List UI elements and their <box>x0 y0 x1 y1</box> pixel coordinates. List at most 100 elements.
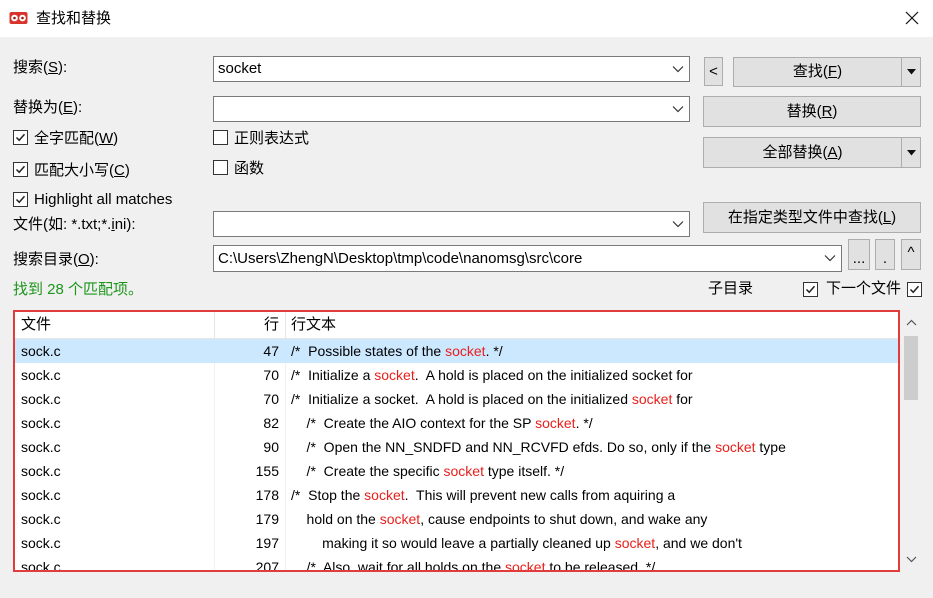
subdirectories-checkbox[interactable] <box>803 279 818 299</box>
chevron-down-icon[interactable] <box>824 254 836 262</box>
search-input[interactable]: socket <box>218 57 665 81</box>
result-row[interactable]: sock.c 47 /* Possible states of the socket… <box>15 339 898 363</box>
result-file: sock.c <box>21 487 61 503</box>
result-match: socket <box>715 439 756 455</box>
result-row[interactable]: sock.c 90 /* Open the NN_SNDFD and NN_RCV… <box>15 435 898 459</box>
close-icon <box>905 11 919 25</box>
result-text-after: . */ <box>485 343 503 359</box>
result-text-before: making it so would leave a partially cle… <box>291 535 615 551</box>
column-header-line[interactable]: 行 <box>214 312 279 338</box>
find-in-files-button[interactable]: 在指定类型文件中查找(L) <box>703 202 921 233</box>
find-button[interactable]: 查找(F) <box>734 58 901 86</box>
results-list[interactable]: 文件 行 行文本 sock.c 47 /* Possible states of t… <box>13 310 900 572</box>
function-checkbox[interactable]: 函数 <box>213 157 264 177</box>
replace-label: 替换为(E): <box>13 97 82 119</box>
result-line-text: /* Also, wait for all holds on the socke… <box>291 555 896 572</box>
replace-all-split-button[interactable]: 全部替换(A) <box>703 137 921 168</box>
result-row[interactable]: sock.c 178 /* Stop the socket. This will p… <box>15 483 898 507</box>
function-label: 函数 <box>234 159 265 177</box>
results-rows: sock.c 47 /* Possible states of the socket… <box>15 339 898 572</box>
replace-all-options-dropdown[interactable] <box>902 138 920 167</box>
browse-directory-button[interactable]: ... <box>848 239 870 270</box>
whole-word-checkbox[interactable]: 全字匹配(W) <box>13 127 118 147</box>
result-line-number: 70 <box>263 391 279 407</box>
checkmark-icon <box>15 133 26 141</box>
result-line-text: /* Create the specific socket type itsel… <box>291 459 896 483</box>
whole-word-checkbox-box[interactable] <box>13 129 28 145</box>
whole-word-label: 全字匹配(W) <box>34 127 118 148</box>
regex-label: 正则表达式 <box>234 129 310 147</box>
column-header-file[interactable]: 文件 <box>21 312 51 338</box>
directory-input[interactable]: C:\Users\ZhengN\Desktop\tmp\code\nanomsg… <box>218 246 817 271</box>
parent-directory-button[interactable]: ^ <box>901 239 921 270</box>
replace-combo[interactable] <box>213 96 690 122</box>
result-text-after: . This will prevent new calls from aquir… <box>404 487 676 503</box>
column-header-line-text[interactable]: 行文本 <box>291 312 336 338</box>
next-file-checkbox[interactable] <box>907 279 922 299</box>
chevron-down-icon[interactable] <box>672 105 684 113</box>
result-row[interactable]: sock.c 155 /* Create the specific socket … <box>15 459 898 483</box>
highlight-all-checkbox-box[interactable] <box>13 191 28 207</box>
function-checkbox-box[interactable] <box>213 159 228 175</box>
result-line-number: 82 <box>263 415 279 431</box>
scroll-thumb[interactable] <box>904 336 918 400</box>
close-button[interactable] <box>897 4 927 32</box>
replace-all-button-mnemonic: A <box>827 144 838 161</box>
result-row[interactable]: sock.c 179 hold on the socket, cause endp… <box>15 507 898 531</box>
replace-button[interactable]: 替换(R) <box>703 96 921 127</box>
result-text-after: to be released. */ <box>545 559 656 572</box>
directory-combo[interactable]: C:\Users\ZhengN\Desktop\tmp\code\nanomsg… <box>213 245 842 272</box>
result-row[interactable]: sock.c 207 /* Also, wait for all holds on… <box>15 555 898 572</box>
replace-all-button[interactable]: 全部替换(A) <box>704 138 901 167</box>
replace-all-button-suffix: ) <box>837 144 843 161</box>
result-file: sock.c <box>21 367 61 383</box>
result-row[interactable]: sock.c 70 /* Initialize a socket. A hold i… <box>15 387 898 411</box>
file-types-label-text: 文件(如: *.txt;*. <box>13 216 112 233</box>
result-row[interactable]: sock.c 197 making it so would leave a par… <box>15 531 898 555</box>
column-divider[interactable] <box>285 312 286 338</box>
replace-label-suffix: ): <box>73 99 83 116</box>
scroll-down-button[interactable] <box>900 548 922 571</box>
current-directory-button[interactable]: . <box>875 239 895 270</box>
result-text-after: type itself. */ <box>483 463 565 479</box>
result-text-before: /* Stop the <box>291 487 365 503</box>
subdirectories-label: 子目录 <box>708 280 754 297</box>
find-options-dropdown[interactable] <box>902 58 920 86</box>
regex-checkbox-box[interactable] <box>213 129 228 145</box>
find-in-files-button-text: 在指定类型文件中查找( <box>727 209 883 226</box>
result-row[interactable]: sock.c 70 /* Initialize a socket. A hold i… <box>15 363 898 387</box>
collapse-button[interactable]: < <box>704 57 723 86</box>
result-row[interactable]: sock.c 82 /* Create the AIO context for t… <box>15 411 898 435</box>
result-line-text: /* Initialize a socket. A hold is placed… <box>291 363 896 387</box>
chevron-up-icon <box>906 319 916 326</box>
results-scrollbar[interactable] <box>900 311 922 571</box>
checkmark-icon <box>15 165 26 173</box>
result-text-before: /* Possible states of the <box>291 343 446 359</box>
next-file-label: 下一个文件 <box>826 280 902 297</box>
file-types-combo[interactable] <box>213 211 690 237</box>
chevron-down-icon[interactable] <box>672 220 684 228</box>
next-file-checkbox-box[interactable] <box>907 281 922 297</box>
replace-button-text: 替换( <box>786 103 822 120</box>
result-file: sock.c <box>21 559 61 572</box>
find-split-button[interactable]: 查找(F) <box>733 57 921 87</box>
subdirectories-checkbox-box[interactable] <box>803 281 818 297</box>
result-file: sock.c <box>21 535 61 551</box>
scroll-up-button[interactable] <box>900 311 922 334</box>
result-match: socket <box>614 535 656 551</box>
regex-checkbox[interactable]: 正则表达式 <box>213 127 309 147</box>
search-combo[interactable]: socket <box>213 56 690 82</box>
search-label-suffix: ): <box>58 59 68 76</box>
find-in-files-button-mnemonic: L <box>882 209 892 226</box>
result-line-text: /* Create the AIO context for the SP soc… <box>291 411 896 435</box>
match-case-checkbox[interactable]: 匹配大小写(C) <box>13 159 130 179</box>
result-text-before: /* Open the NN_SNDFD and NN_RCVFD efds. … <box>291 439 716 455</box>
match-case-label-suffix: ) <box>124 161 130 179</box>
highlight-all-checkbox[interactable]: Highlight all matches <box>13 189 172 209</box>
title-bar[interactable]: 查找和替换 <box>0 0 933 37</box>
match-case-checkbox-box[interactable] <box>13 161 28 177</box>
result-line-number: 197 <box>255 535 279 551</box>
result-match: socket <box>631 391 673 407</box>
chevron-down-icon[interactable] <box>672 65 684 73</box>
result-line-text: /* Initialize a socket. A hold is placed… <box>291 387 896 411</box>
